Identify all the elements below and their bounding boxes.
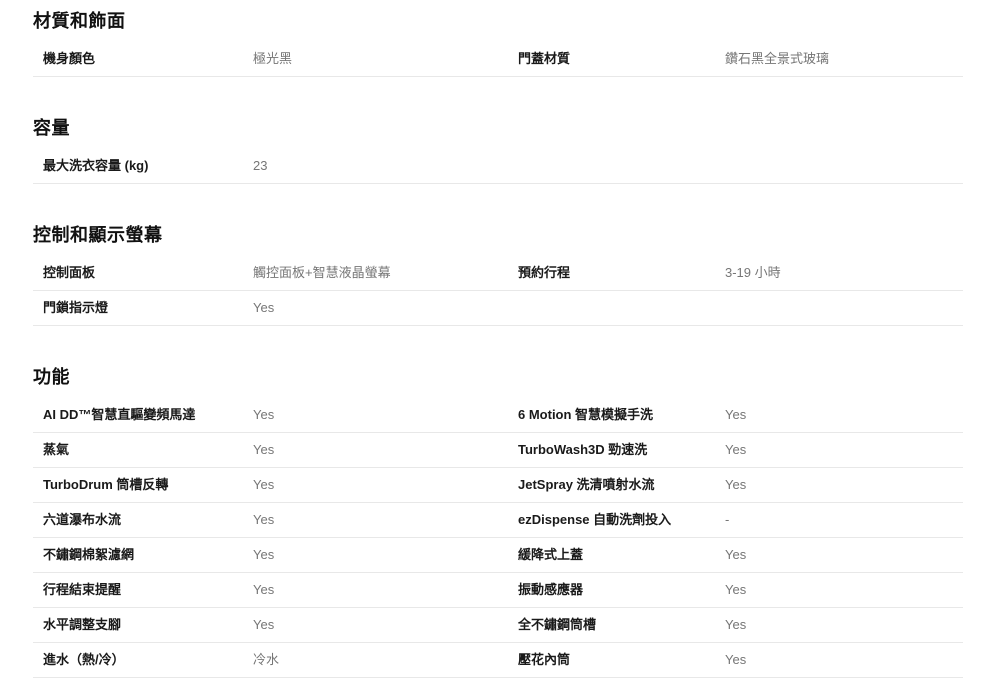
spec-pair-left: AI DD™智慧直驅變頻馬達 Yes	[33, 407, 518, 423]
spec-row: 蒸氣 Yes TurboWash3D 勁速洗 Yes	[33, 433, 963, 468]
spec-pair-left: 蒸氣 Yes	[33, 442, 518, 458]
spec-pair-left: 行程結束提醒 Yes	[33, 582, 518, 598]
spec-row: 六道瀑布水流 Yes ezDispense 自動洗劑投入 -	[33, 503, 963, 538]
spec-label: 進水（熱/冷）	[43, 652, 253, 668]
section-rows: 機身顏色 極光黑 門蓋材質 鑽石黑全景式玻璃	[33, 42, 963, 77]
section-rows: 最大洗衣容量 (kg) 23	[33, 149, 963, 184]
spec-value: Yes	[253, 477, 518, 493]
spec-label: ezDispense 自動洗劑投入	[518, 512, 725, 528]
spec-value: Yes	[253, 582, 518, 598]
section-rows: 控制面板 觸控面板+智慧液晶螢幕 預約行程 3-19 小時 門鎖指示燈 Yes	[33, 256, 963, 326]
spec-label: 不鏽鋼棉絮濾網	[43, 547, 253, 563]
spec-section: 控制和顯示螢幕 控制面板 觸控面板+智慧液晶螢幕 預約行程 3-19 小時 門鎖…	[33, 226, 963, 326]
spec-label: TurboWash3D 勁速洗	[518, 442, 725, 458]
spec-label: 蒸氣	[43, 442, 253, 458]
spec-label: 機身顏色	[43, 51, 253, 67]
spec-value: Yes	[725, 617, 963, 633]
spec-value: 鑽石黑全景式玻璃	[725, 51, 963, 67]
spec-row: 機身顏色 極光黑 門蓋材質 鑽石黑全景式玻璃	[33, 42, 963, 77]
spec-value: Yes	[253, 300, 518, 316]
spec-pair-left: 最大洗衣容量 (kg) 23	[33, 158, 518, 174]
spec-value: Yes	[725, 442, 963, 458]
spec-value: Yes	[725, 652, 963, 668]
spec-value: 23	[253, 158, 518, 174]
spec-pair-left: 機身顏色 極光黑	[33, 51, 518, 67]
spec-pair-right: 緩降式上蓋 Yes	[518, 547, 963, 563]
spec-pair-right: 預約行程 3-19 小時	[518, 265, 963, 281]
spec-pair-right: 全不鏽鋼筒槽 Yes	[518, 617, 963, 633]
spec-row: AI DD™智慧直驅變頻馬達 Yes 6 Motion 智慧模擬手洗 Yes	[33, 398, 963, 433]
spec-row: 最大洗衣容量 (kg) 23	[33, 149, 963, 184]
spec-pair-left: 控制面板 觸控面板+智慧液晶螢幕	[33, 265, 518, 281]
spec-value: Yes	[725, 477, 963, 493]
spec-pair-right: ezDispense 自動洗劑投入 -	[518, 512, 963, 528]
spec-label: 全不鏽鋼筒槽	[518, 617, 725, 633]
spec-pair-left: 水平調整支腳 Yes	[33, 617, 518, 633]
spec-pair-right: 6 Motion 智慧模擬手洗 Yes	[518, 407, 963, 423]
spec-label: AI DD™智慧直驅變頻馬達	[43, 407, 253, 423]
spec-pair-left: 不鏽鋼棉絮濾網 Yes	[33, 547, 518, 563]
section-title: 功能	[33, 368, 963, 398]
section-title: 控制和顯示螢幕	[33, 226, 963, 256]
product-spec-page: 材質和飾面 機身顏色 極光黑 門蓋材質 鑽石黑全景式玻璃 容量 最大洗衣容量 (…	[0, 0, 1000, 689]
spec-row: 水平調整支腳 Yes 全不鏽鋼筒槽 Yes	[33, 608, 963, 643]
spec-value: Yes	[253, 617, 518, 633]
spec-pair-left: 六道瀑布水流 Yes	[33, 512, 518, 528]
spec-value: Yes	[725, 407, 963, 423]
spec-pair-right: 壓花內筒 Yes	[518, 652, 963, 668]
spec-row: TurboDrum 筒槽反轉 Yes JetSpray 洗清噴射水流 Yes	[33, 468, 963, 503]
spec-row: 進水（熱/冷） 冷水 壓花內筒 Yes	[33, 643, 963, 678]
spec-label: 門蓋材質	[518, 51, 725, 67]
spec-pair-right: 門蓋材質 鑽石黑全景式玻璃	[518, 51, 963, 67]
spec-label: 行程結束提醒	[43, 582, 253, 598]
spec-section: 容量 最大洗衣容量 (kg) 23	[33, 119, 963, 184]
spec-label: 6 Motion 智慧模擬手洗	[518, 407, 725, 423]
spec-label: JetSpray 洗清噴射水流	[518, 477, 725, 493]
spec-label: 六道瀑布水流	[43, 512, 253, 528]
spec-label: 最大洗衣容量 (kg)	[43, 158, 253, 174]
spec-label: 壓花內筒	[518, 652, 725, 668]
spec-section: 功能 AI DD™智慧直驅變頻馬達 Yes 6 Motion 智慧模擬手洗 Ye…	[33, 368, 963, 678]
spec-value: Yes	[253, 442, 518, 458]
spec-pair-right: 振動感應器 Yes	[518, 582, 963, 598]
spec-value: Yes	[725, 582, 963, 598]
spec-label: 門鎖指示燈	[43, 300, 253, 316]
spec-label: TurboDrum 筒槽反轉	[43, 477, 253, 493]
spec-value: 冷水	[253, 652, 518, 668]
spec-value: Yes	[253, 547, 518, 563]
spec-label: 緩降式上蓋	[518, 547, 725, 563]
spec-pair-left: 進水（熱/冷） 冷水	[33, 652, 518, 668]
spec-value: 極光黑	[253, 51, 518, 67]
spec-value: 3-19 小時	[725, 265, 963, 281]
spec-row: 不鏽鋼棉絮濾網 Yes 緩降式上蓋 Yes	[33, 538, 963, 573]
spec-pair-right: TurboWash3D 勁速洗 Yes	[518, 442, 963, 458]
section-title: 材質和飾面	[33, 12, 963, 42]
spec-row: 控制面板 觸控面板+智慧液晶螢幕 預約行程 3-19 小時	[33, 256, 963, 291]
spec-pair-right: JetSpray 洗清噴射水流 Yes	[518, 477, 963, 493]
section-rows: AI DD™智慧直驅變頻馬達 Yes 6 Motion 智慧模擬手洗 Yes 蒸…	[33, 398, 963, 678]
spec-sections: 材質和飾面 機身顏色 極光黑 門蓋材質 鑽石黑全景式玻璃 容量 最大洗衣容量 (…	[33, 12, 963, 678]
spec-pair-left: 門鎖指示燈 Yes	[33, 300, 518, 316]
spec-pair-left: TurboDrum 筒槽反轉 Yes	[33, 477, 518, 493]
section-title: 容量	[33, 119, 963, 149]
spec-label: 振動感應器	[518, 582, 725, 598]
spec-section: 材質和飾面 機身顏色 極光黑 門蓋材質 鑽石黑全景式玻璃	[33, 12, 963, 77]
spec-value: 觸控面板+智慧液晶螢幕	[253, 265, 518, 281]
spec-value: Yes	[253, 512, 518, 528]
spec-value: Yes	[253, 407, 518, 423]
spec-label: 水平調整支腳	[43, 617, 253, 633]
spec-value: Yes	[725, 547, 963, 563]
spec-label: 控制面板	[43, 265, 253, 281]
spec-row: 門鎖指示燈 Yes	[33, 291, 963, 326]
spec-label: 預約行程	[518, 265, 725, 281]
spec-row: 行程結束提醒 Yes 振動感應器 Yes	[33, 573, 963, 608]
spec-value: -	[725, 512, 963, 528]
